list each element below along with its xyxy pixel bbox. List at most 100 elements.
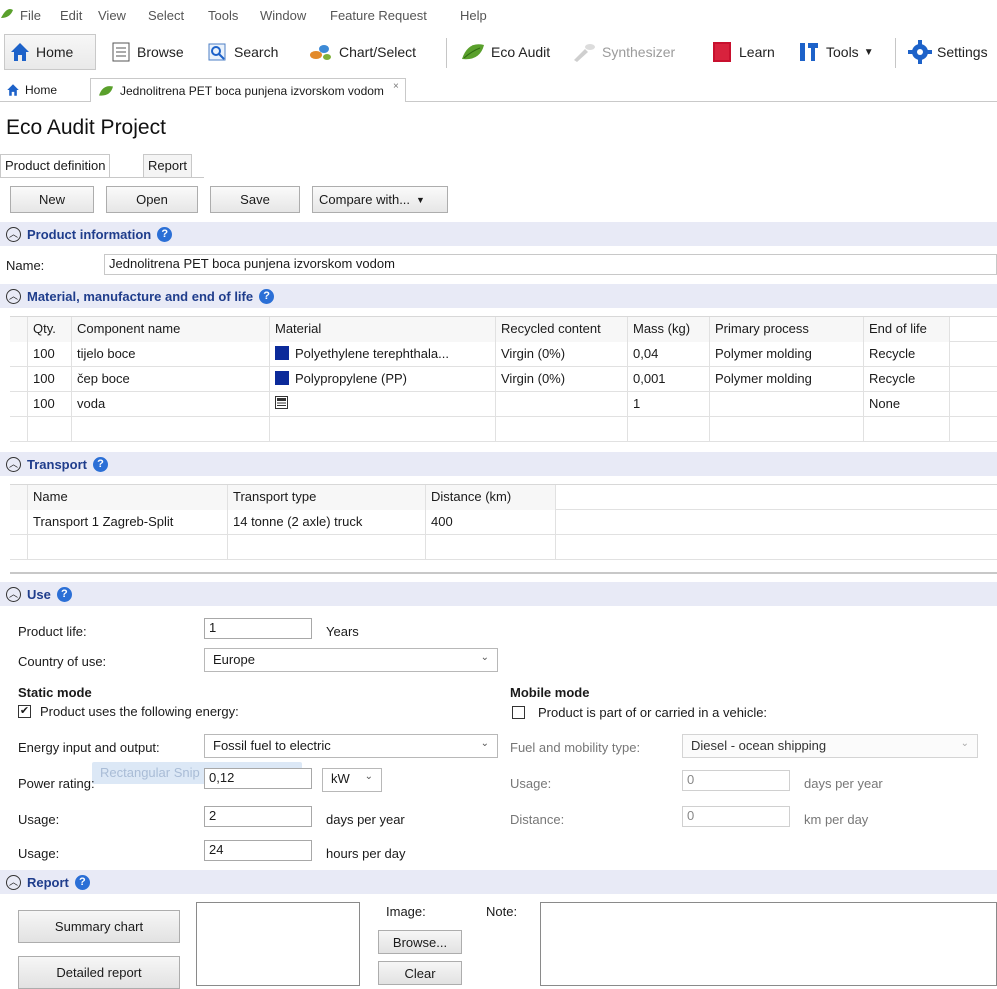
column-header[interactable]: Name bbox=[28, 485, 228, 510]
chart-select-button[interactable]: Chart/Select bbox=[304, 34, 420, 70]
empty-cell[interactable] bbox=[426, 535, 556, 560]
recycled-cell[interactable]: Virgin (0%) bbox=[496, 367, 628, 392]
settings-button[interactable]: Settings bbox=[904, 34, 992, 70]
material-cell[interactable] bbox=[270, 392, 496, 417]
recycled-cell[interactable] bbox=[496, 392, 628, 417]
material-cell[interactable]: Polyethylene terephthala... bbox=[270, 342, 496, 367]
empty-cell[interactable] bbox=[28, 535, 228, 560]
material-cell[interactable]: Polypropylene (PP) bbox=[270, 367, 496, 392]
column-header[interactable]: End of life bbox=[864, 317, 950, 342]
fuel-type-select[interactable]: Diesel - ocean shipping ⌄ bbox=[682, 734, 978, 758]
summary-chart-button[interactable]: Summary chart bbox=[18, 910, 180, 943]
empty-cell[interactable] bbox=[72, 417, 270, 442]
help-icon[interactable]: ? bbox=[92, 456, 108, 472]
column-header[interactable]: Primary process bbox=[710, 317, 864, 342]
section-transport[interactable]: ︿ Transport ? bbox=[0, 452, 997, 476]
row-selector[interactable] bbox=[10, 392, 28, 417]
search-button[interactable]: Search bbox=[203, 34, 282, 70]
column-header[interactable]: Transport type bbox=[228, 485, 426, 510]
compare-with-button[interactable]: Compare with... ▼ bbox=[312, 186, 448, 213]
product-name-field[interactable]: Jednolitrena PET boca punjena izvorskom … bbox=[104, 254, 997, 275]
process-cell[interactable]: Polymer molding bbox=[710, 342, 864, 367]
power-unit-select[interactable]: kW ⌄ bbox=[322, 768, 382, 792]
empty-cell[interactable] bbox=[710, 417, 864, 442]
row-selector[interactable] bbox=[10, 367, 28, 392]
recycled-cell[interactable]: Virgin (0%) bbox=[496, 342, 628, 367]
row-selector[interactable] bbox=[10, 417, 28, 442]
empty-cell[interactable] bbox=[28, 417, 72, 442]
usage-days-field[interactable]: 2 bbox=[204, 806, 312, 827]
distance-field[interactable]: 0 bbox=[682, 806, 790, 827]
mass-cell[interactable]: 0,001 bbox=[628, 367, 710, 392]
save-button[interactable]: Save bbox=[210, 186, 300, 213]
menu-view[interactable]: View bbox=[98, 8, 126, 23]
table-row[interactable]: Transport 1 Zagreb-Split 14 tonne (2 axl… bbox=[10, 510, 997, 535]
end-of-life-cell[interactable]: Recycle bbox=[864, 342, 950, 367]
section-product-information[interactable]: ︿ Product information ? bbox=[0, 222, 997, 246]
help-icon[interactable]: ? bbox=[157, 226, 173, 242]
detailed-report-button[interactable]: Detailed report bbox=[18, 956, 180, 989]
column-header[interactable]: Material bbox=[270, 317, 496, 342]
browse-button[interactable]: Browse bbox=[106, 34, 188, 70]
clear-image-button[interactable]: Clear bbox=[378, 961, 462, 985]
close-icon[interactable]: × bbox=[393, 81, 399, 92]
help-icon[interactable]: ? bbox=[259, 288, 275, 304]
mobile-vehicle-checkbox[interactable] bbox=[512, 706, 525, 719]
section-materials[interactable]: ︿ Material, manufacture and end of life … bbox=[0, 284, 997, 308]
transport-type-cell[interactable]: 14 tonne (2 axle) truck bbox=[228, 510, 426, 535]
collapse-icon[interactable]: ︿ bbox=[6, 586, 21, 602]
column-header[interactable]: Qty. bbox=[28, 317, 72, 342]
section-use[interactable]: ︿ Use ? bbox=[0, 582, 997, 606]
eco-audit-button[interactable]: Eco Audit bbox=[456, 34, 554, 70]
section-report[interactable]: ︿ Report ? bbox=[0, 870, 997, 894]
empty-cell[interactable] bbox=[228, 535, 426, 560]
country-select[interactable]: Europe ⌄ bbox=[204, 648, 498, 672]
tab-product-definition[interactable]: Product definition bbox=[0, 154, 111, 177]
tab-report[interactable]: Report bbox=[143, 154, 193, 177]
mass-cell[interactable]: 0,04 bbox=[628, 342, 710, 367]
open-button[interactable]: Open bbox=[106, 186, 198, 213]
menu-tools[interactable]: Tools bbox=[208, 8, 238, 23]
menu-select[interactable]: Select bbox=[148, 8, 184, 23]
collapse-icon[interactable]: ︿ bbox=[6, 874, 21, 890]
row-selector[interactable] bbox=[10, 510, 28, 535]
mobile-usage-field[interactable]: 0 bbox=[682, 770, 790, 791]
table-row-empty[interactable] bbox=[10, 417, 997, 442]
static-energy-checkbox[interactable]: ✔ bbox=[18, 705, 31, 718]
menu-help[interactable]: Help bbox=[460, 8, 487, 23]
power-rating-field[interactable]: 0,12 bbox=[204, 768, 312, 789]
end-of-life-cell[interactable]: Recycle bbox=[864, 367, 950, 392]
process-cell[interactable]: Polymer molding bbox=[710, 367, 864, 392]
component-cell[interactable]: tijelo boce bbox=[72, 342, 270, 367]
tools-button[interactable]: Tools ▼ bbox=[793, 34, 878, 70]
table-row[interactable]: 100 tijelo boce Polyethylene terephthala… bbox=[10, 342, 997, 367]
browse-image-button[interactable]: Browse... bbox=[378, 930, 462, 954]
table-row[interactable]: 100 čep boce Polypropylene (PP) Virgin (… bbox=[10, 367, 997, 392]
new-button[interactable]: New bbox=[10, 186, 94, 213]
empty-cell[interactable] bbox=[270, 417, 496, 442]
usage-hours-field[interactable]: 24 bbox=[204, 840, 312, 861]
column-header[interactable]: Recycled content bbox=[496, 317, 628, 342]
empty-cell[interactable] bbox=[628, 417, 710, 442]
column-header[interactable]: Mass (kg) bbox=[628, 317, 710, 342]
collapse-icon[interactable]: ︿ bbox=[6, 456, 21, 472]
transport-name-cell[interactable]: Transport 1 Zagreb-Split bbox=[28, 510, 228, 535]
empty-cell[interactable] bbox=[864, 417, 950, 442]
learn-button[interactable]: Learn bbox=[706, 34, 779, 70]
menu-file[interactable]: File bbox=[20, 8, 41, 23]
menu-window[interactable]: Window bbox=[260, 8, 306, 23]
row-selector[interactable] bbox=[10, 342, 28, 367]
home-button[interactable]: Home bbox=[4, 34, 96, 70]
qty-cell[interactable]: 100 bbox=[28, 367, 72, 392]
collapse-icon[interactable]: ︿ bbox=[6, 226, 21, 242]
component-cell[interactable]: čep boce bbox=[72, 367, 270, 392]
tab-home[interactable]: Home bbox=[6, 78, 57, 102]
help-icon[interactable]: ? bbox=[56, 586, 72, 602]
menu-feature-request[interactable]: Feature Request bbox=[330, 8, 427, 23]
mass-cell[interactable]: 1 bbox=[628, 392, 710, 417]
table-row[interactable]: 100 voda 1 None bbox=[10, 392, 997, 417]
row-selector[interactable] bbox=[10, 535, 28, 560]
database-icon[interactable] bbox=[275, 396, 288, 409]
column-header[interactable]: Component name bbox=[72, 317, 270, 342]
table-row-empty[interactable] bbox=[10, 535, 997, 560]
